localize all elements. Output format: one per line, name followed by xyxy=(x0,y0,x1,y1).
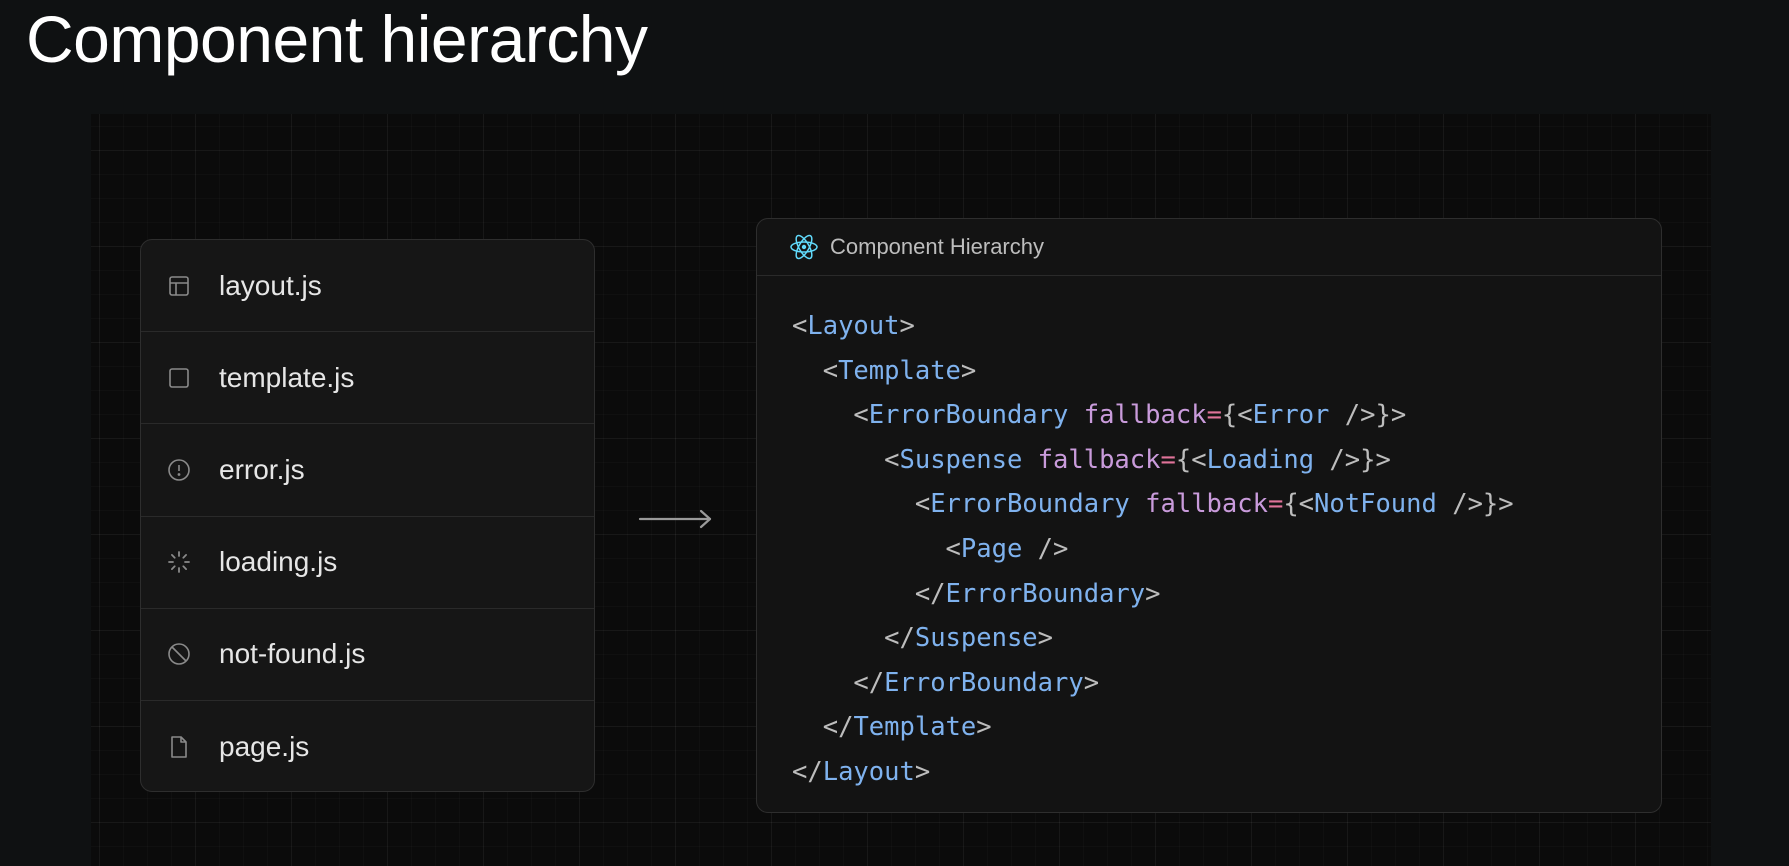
code-token-punct: </ xyxy=(914,578,946,609)
file-item-loading[interactable]: loading.js xyxy=(141,517,594,609)
code-token-tag: Loading xyxy=(1206,444,1315,475)
file-icon xyxy=(167,735,191,759)
code-line: </Suspense> xyxy=(792,616,1514,661)
layout-icon xyxy=(167,274,191,298)
code-token-punct: {< xyxy=(1221,400,1253,431)
spinner-icon xyxy=(167,550,191,574)
code-token-punct: < xyxy=(792,311,808,341)
code-token-punct: > xyxy=(1037,623,1054,654)
code-token-tag: ErrorBoundary xyxy=(930,489,1130,520)
code-token-punct: < xyxy=(853,400,869,431)
code-token-punct: > xyxy=(960,355,977,386)
code-panel-title: Component Hierarchy xyxy=(830,234,1044,259)
code-panel: Component Hierarchy <Layout> <Template> … xyxy=(756,218,1662,813)
code-token-tag: Layout xyxy=(807,311,900,341)
ban-icon xyxy=(167,642,191,666)
code-token-tag: Layout xyxy=(822,756,915,787)
code-token-tag: ErrorBoundary xyxy=(945,578,1146,609)
code-token-punct xyxy=(1022,445,1037,475)
code-line: <Template> xyxy=(792,349,1514,394)
code-line: <Suspense fallback={<Loading />}> xyxy=(792,438,1514,483)
code-panel-header: Component Hierarchy xyxy=(757,219,1661,276)
alert-circle-icon xyxy=(167,458,191,482)
file-item-layout[interactable]: layout.js xyxy=(141,240,594,333)
code-token-punct: > xyxy=(1083,667,1100,698)
code-token-punct: />}> xyxy=(1329,400,1407,431)
file-item-not-found[interactable]: not-found.js xyxy=(141,609,594,701)
code-token-tag: Suspense xyxy=(899,444,1023,475)
code-token-punct: {< xyxy=(1283,489,1315,520)
code-token-punct: </ xyxy=(792,756,823,787)
code-line: <Page /> xyxy=(792,527,1514,572)
square-icon xyxy=(167,366,191,390)
code-token-punct: </ xyxy=(822,712,854,743)
code-token-punct: > xyxy=(914,756,931,787)
code-token-tag: Error xyxy=(1252,400,1330,431)
code-token-tag: Template xyxy=(838,355,961,386)
code-token-punct: < xyxy=(884,444,900,475)
file-label: layout.js xyxy=(219,269,322,301)
code-token-punct: > xyxy=(976,712,992,743)
code-token-eq: = xyxy=(1206,400,1222,431)
code-token-punct xyxy=(1068,400,1083,430)
file-label: template.js xyxy=(219,361,355,393)
code-token-punct: </ xyxy=(884,623,915,654)
code-token-punct: />}> xyxy=(1436,489,1514,520)
code-token-punct: {< xyxy=(1175,444,1207,475)
page-title: Component hierarchy xyxy=(26,2,648,76)
code-token-tag: NotFound xyxy=(1314,489,1437,520)
code-line: </ErrorBoundary> xyxy=(792,661,1514,706)
code-token-tag: ErrorBoundary xyxy=(868,400,1069,431)
code-line: </Template> xyxy=(792,705,1514,750)
code-token-tag: Page xyxy=(960,533,1023,564)
code-token-attr: fallback xyxy=(1037,444,1161,475)
code-token-punct: < xyxy=(914,489,931,520)
file-label: loading.js xyxy=(219,546,338,578)
arrow-right-icon xyxy=(638,505,714,533)
code-token-attr: fallback xyxy=(1083,400,1207,431)
file-label: page.js xyxy=(219,731,310,763)
code-token-punct: > xyxy=(899,311,915,341)
code-line: <ErrorBoundary fallback={<Error />}> xyxy=(792,393,1514,438)
code-token-punct xyxy=(1130,489,1145,519)
react-icon xyxy=(789,232,819,262)
code-block: <Layout> <Template> <ErrorBoundary fallb… xyxy=(792,304,1514,795)
file-label: error.js xyxy=(219,453,305,485)
code-token-tag: Suspense xyxy=(914,623,1038,654)
code-line: </ErrorBoundary> xyxy=(792,572,1514,617)
code-token-punct: < xyxy=(945,533,961,564)
code-token-eq: = xyxy=(1160,444,1176,475)
code-line: <Layout> xyxy=(792,304,1514,349)
code-token-punct: />}> xyxy=(1314,444,1391,475)
code-token-attr: fallback xyxy=(1145,489,1268,520)
file-list: layout.js template.js error.js loading.j… xyxy=(140,239,595,792)
code-token-punct: /> xyxy=(1022,533,1069,564)
file-label: not-found.js xyxy=(219,638,366,670)
code-line: </Layout> xyxy=(792,750,1514,795)
code-token-punct: > xyxy=(1145,578,1161,609)
code-token-tag: Template xyxy=(853,712,977,743)
code-token-tag: ErrorBoundary xyxy=(884,667,1084,698)
file-item-template[interactable]: template.js xyxy=(141,332,594,425)
code-token-punct: </ xyxy=(853,667,885,698)
code-token-eq: = xyxy=(1267,489,1284,520)
code-token-punct: < xyxy=(822,355,839,386)
file-item-error[interactable]: error.js xyxy=(141,424,594,517)
code-line: <ErrorBoundary fallback={<NotFound />}> xyxy=(792,482,1514,527)
file-item-page[interactable]: page.js xyxy=(141,701,594,791)
